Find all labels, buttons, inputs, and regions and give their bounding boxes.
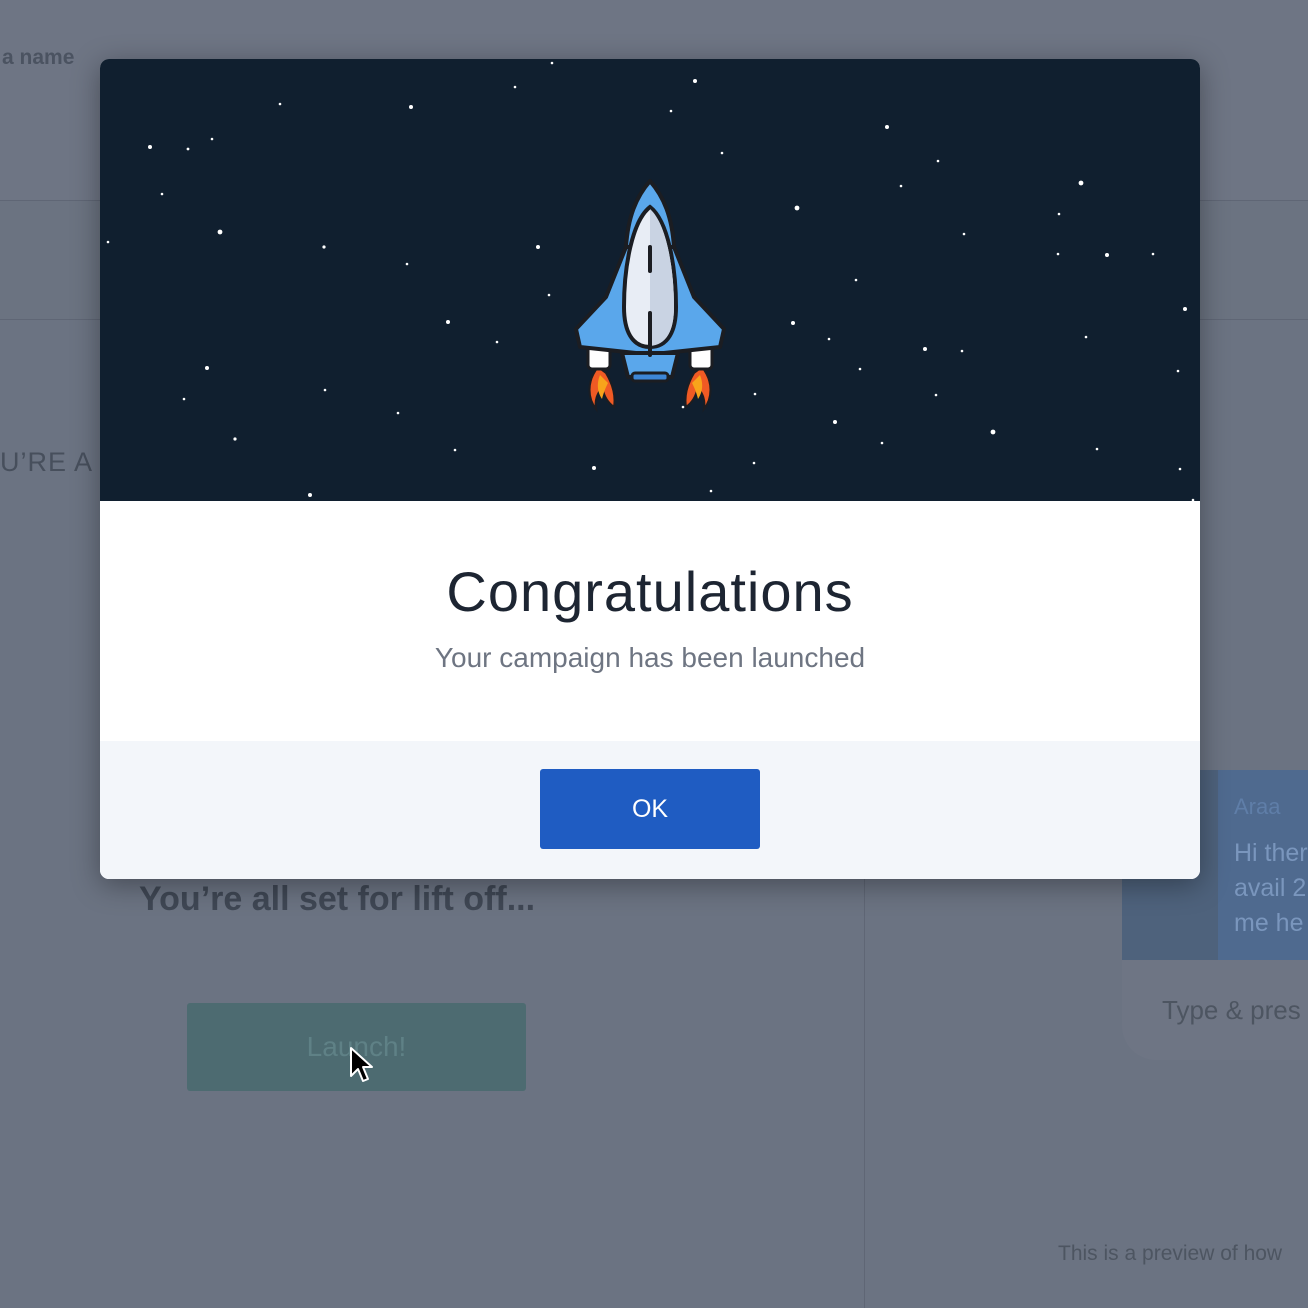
modal-title: Congratulations xyxy=(446,560,854,623)
modal-footer: OK xyxy=(100,741,1200,879)
chat-sender-name: Araa xyxy=(1234,794,1281,819)
ok-button[interactable]: OK xyxy=(540,769,760,849)
chat-input[interactable]: Type & pres xyxy=(1162,995,1301,1026)
name-label: a name xyxy=(2,46,75,69)
modal-subtitle: Your campaign has been launched xyxy=(434,642,866,673)
launch-success-modal: Congratulations Your campaign has been l… xyxy=(100,59,1200,879)
liftoff-heading: You’re all set for lift off... xyxy=(139,880,536,918)
chat-message-text: Hi ther avail 2 me he xyxy=(1234,839,1308,937)
modal-hero-image xyxy=(100,59,1200,501)
rocket-icon xyxy=(574,179,726,413)
preview-note: This is a preview of how xyxy=(1058,1242,1283,1265)
section-heading: U’RE A xyxy=(0,447,94,477)
modal-body: Congratulations Your campaign has been l… xyxy=(100,501,1200,741)
mouse-cursor-icon xyxy=(350,1047,373,1082)
